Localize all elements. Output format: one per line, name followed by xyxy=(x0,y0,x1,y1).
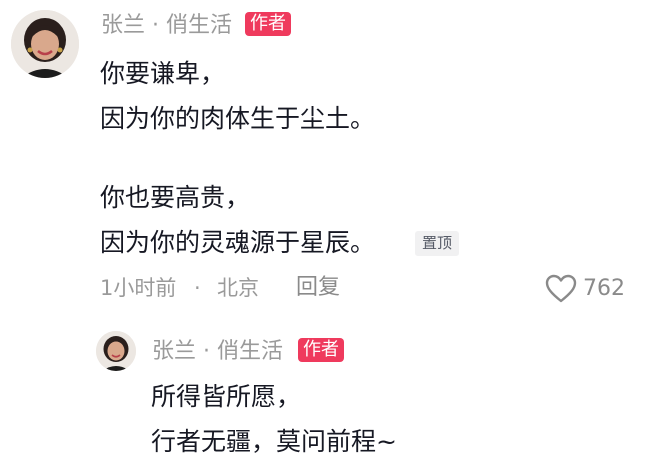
comment-text-line-1: 你要谦卑， xyxy=(100,59,226,88)
reply-author[interactable]: 张兰 · 俏生活 xyxy=(152,341,283,363)
like-count: 762 xyxy=(583,276,625,301)
reply-text-line-1: 所得皆所愿， xyxy=(151,382,302,411)
comment-text-line-3: 你也要高贵， xyxy=(100,183,251,212)
pinned-tag: 置顶 xyxy=(415,231,460,256)
comment-time: 1小时前 xyxy=(100,276,177,300)
avatar[interactable] xyxy=(11,10,79,78)
avatar-image xyxy=(96,331,136,371)
author-badge: 作者 xyxy=(245,12,291,36)
comment-location: 北京 xyxy=(217,276,259,300)
comment-text-line-4: 因为你的灵魂源于星辰。 xyxy=(100,228,376,257)
avatar-image xyxy=(11,10,79,78)
meta-separator: · xyxy=(194,276,201,300)
heart-outline-icon xyxy=(545,274,577,303)
reply-avatar[interactable] xyxy=(96,331,136,371)
reply-text-line-2: 行者无疆，莫问前程~ xyxy=(151,427,397,456)
reply-author-badge: 作者 xyxy=(298,338,344,362)
comment-text-line-2: 因为你的肉体生于尘土。 xyxy=(100,104,376,133)
reply-button[interactable]: 回复 xyxy=(296,277,340,299)
like-button[interactable]: 762 xyxy=(545,274,625,304)
comment-author[interactable]: 张兰 · 俏生活 xyxy=(101,15,232,37)
